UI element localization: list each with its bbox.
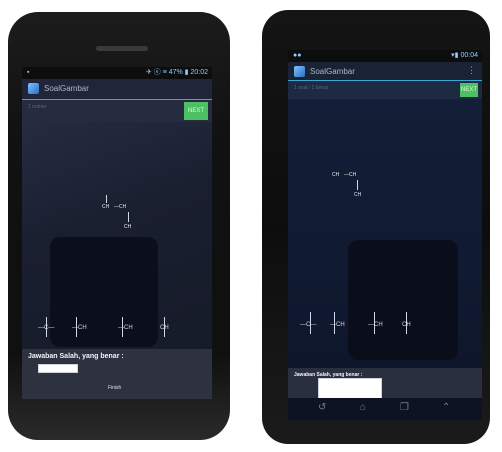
- notification-icon: ●●: [293, 52, 302, 59]
- overflow-menu-icon[interactable]: ⋮: [467, 65, 476, 76]
- question-counter: 1 soal / 1 benar: [294, 85, 329, 91]
- app-title: SoalGambar: [44, 84, 89, 93]
- atom-label: —CH: [344, 172, 357, 178]
- action-bar: SoalGambar: [22, 79, 212, 100]
- navigation-bar: ↺ ⌂ ❐ ⌃: [288, 398, 482, 420]
- app-icon: [294, 66, 305, 77]
- left-phone: ▪ ✈ ⓔ ≡ 47% ▮ 20:02 SoalGambar 1 nomer N…: [8, 12, 230, 440]
- answer-option[interactable]: —CH: [118, 325, 133, 331]
- app-title: SoalGambar: [310, 67, 355, 76]
- right-screen: ●● ▾▮ 00:04 SoalGambar ⋮ 1 soal / 1 bena…: [288, 50, 482, 420]
- left-screen: ▪ ✈ ⓔ ≡ 47% ▮ 20:02 SoalGambar 1 nomer N…: [22, 67, 212, 399]
- question-header: 1 soal / 1 benar NEXT: [288, 81, 482, 99]
- answer-options: —C— —CH —CH CH: [288, 312, 482, 372]
- speaker-grille: [96, 46, 148, 51]
- wrong-answer-dialog: Jawaban Salah, yang benar : Finish: [22, 349, 212, 399]
- answer-input[interactable]: [38, 364, 78, 373]
- app-icon: [28, 83, 39, 94]
- next-button[interactable]: NEXT: [184, 102, 208, 120]
- atom-label: CH: [332, 172, 340, 178]
- home-icon[interactable]: ⌂: [360, 402, 366, 413]
- answer-option[interactable]: —CH: [72, 325, 87, 331]
- status-bar: ●● ▾▮ 00:04: [288, 50, 482, 62]
- answer-option[interactable]: —C—: [300, 322, 316, 328]
- bond: [106, 195, 107, 203]
- answer-option[interactable]: —CH: [368, 322, 383, 328]
- answer-option[interactable]: CH: [402, 322, 411, 328]
- status-indicators: ▾▮ 00:04: [451, 52, 478, 59]
- atom-label: CH: [124, 224, 132, 230]
- answer-options: —C— —CH —CH CH: [22, 317, 212, 347]
- right-phone: ●● ▾▮ 00:04 SoalGambar ⋮ 1 soal / 1 bena…: [262, 10, 490, 444]
- back-icon[interactable]: ↺: [318, 402, 326, 413]
- question-header: 1 nomer NEXT: [22, 100, 212, 122]
- bond: [357, 180, 358, 190]
- atom-label: CH: [354, 192, 362, 198]
- next-button[interactable]: NEXT: [460, 83, 478, 97]
- atom-label: CH: [102, 204, 110, 210]
- action-bar: SoalGambar ⋮: [288, 62, 482, 81]
- recent-apps-icon[interactable]: ❐: [400, 402, 409, 413]
- atom-label: —CH: [114, 204, 127, 210]
- dialog-title: Jawaban Salah, yang benar :: [28, 353, 124, 360]
- question-counter: 1 nomer: [28, 104, 47, 110]
- up-icon[interactable]: ⌃: [442, 402, 450, 413]
- answer-option[interactable]: CH: [160, 325, 169, 331]
- status-bar: ▪ ✈ ⓔ ≡ 47% ▮ 20:02: [22, 67, 212, 79]
- answer-option[interactable]: —CH: [330, 322, 345, 328]
- status-indicators: ✈ ⓔ ≡ 47% ▮ 20:02: [145, 69, 208, 76]
- finish-button[interactable]: Finish: [108, 385, 121, 391]
- bond: [128, 212, 129, 222]
- answer-option[interactable]: —C—: [38, 325, 54, 331]
- notification-icon: ▪: [27, 69, 30, 76]
